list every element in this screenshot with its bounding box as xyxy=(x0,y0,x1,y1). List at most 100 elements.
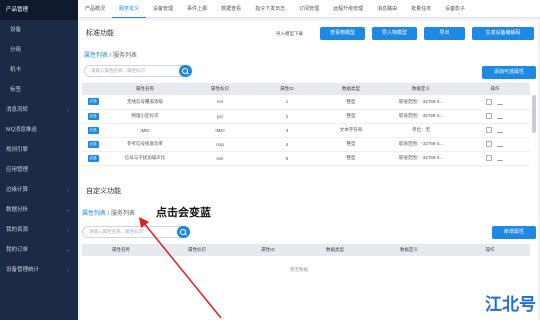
view-icon[interactable] xyxy=(486,155,492,161)
column-header: 属性标识 xyxy=(186,83,254,95)
column-header: 操作 xyxy=(450,244,530,256)
watermark-logo: 江北号 xyxy=(485,295,536,315)
column-header: 数据类型 xyxy=(302,244,368,256)
required-badge: 必选 xyxy=(87,154,99,162)
cell-ident: ecl xyxy=(186,95,254,110)
tab[interactable]: 事件上报 xyxy=(180,0,214,18)
sidebar-item-label: 设备管理统计 xyxy=(6,267,40,273)
cell-operations xyxy=(460,151,530,166)
export-button[interactable]: 导出 xyxy=(424,27,465,40)
table-row[interactable]: 必选 物理小区标识 pci 2 整型 取值范围：-32768-3... xyxy=(82,109,530,124)
tab[interactable]: 远程升级管理 xyxy=(326,0,370,18)
edit-icon[interactable] xyxy=(496,155,506,161)
view-model-button[interactable]: 查看物模型 xyxy=(320,27,365,40)
cell-id: 2 xyxy=(254,109,320,124)
tab[interactable]: 产品概况 xyxy=(78,0,112,18)
cell-def: 取值范围：-32768-3... xyxy=(382,137,460,152)
column-header: 属性ID xyxy=(234,244,302,256)
cell-ident: sinr xyxy=(186,151,254,166)
tab[interactable]: 设备影子 xyxy=(438,0,472,18)
cell-type: 整型 xyxy=(320,151,382,166)
standard-attribute-table: 属性名称 属性标识 属性ID 数据类型 数据定义 操作 必选 无线信号覆盖等级 ecl 1 整型取… xyxy=(82,83,530,166)
sidebar-item[interactable]: 设备 xyxy=(0,20,78,40)
standard-breadcrumb: 属性列表 / 服务列表 xyxy=(84,53,138,59)
required-badge: 必选 xyxy=(87,126,99,134)
tab-service-list[interactable]: 服务列表 xyxy=(113,53,137,59)
standard-section-title: 标准功能 xyxy=(86,30,114,37)
standard-search-input[interactable]: 请输入属性名称、属性标识 xyxy=(84,65,192,77)
empty-state-text: 暂无数据 xyxy=(290,267,308,272)
view-icon[interactable] xyxy=(486,98,492,105)
cell-name: IMEI xyxy=(104,123,186,138)
sidebar-item[interactable]: 规则引擎 xyxy=(0,140,78,160)
cell-operations xyxy=(460,109,530,124)
chevron-down-icon: ⌄ xyxy=(65,227,70,233)
cell-operations xyxy=(460,95,530,110)
sidebar-item[interactable]: 边缘计算 ⌄ xyxy=(0,180,78,200)
edit-icon[interactable] xyxy=(496,98,506,105)
chevron-down-icon: ⌄ xyxy=(65,107,70,113)
cell-ident: pci xyxy=(186,109,254,124)
sidebar-item[interactable]: 设备管理统计 ⌄ xyxy=(0,260,78,280)
sidebar-item[interactable]: 分组 xyxy=(0,40,78,60)
view-icon[interactable] xyxy=(486,113,492,119)
sidebar-item-label: 消息流转 xyxy=(6,107,29,113)
sidebar-item-label: 我的资源 xyxy=(6,227,29,233)
cell-id: 1 xyxy=(254,95,320,110)
sidebar-item-label: 设备 xyxy=(10,27,22,33)
import-model-button[interactable]: 导入物模型 xyxy=(372,27,417,40)
view-icon[interactable] xyxy=(486,127,492,133)
sidebar-item[interactable]: 消息流转 ⌄ xyxy=(0,100,78,120)
generate-codec-button[interactable]: 生成设备编解码 xyxy=(472,27,534,40)
view-icon[interactable] xyxy=(486,141,492,147)
model-download-label[interactable]: 导入模型下载 xyxy=(276,31,303,37)
sidebar-item[interactable]: 产品管理 xyxy=(0,0,78,20)
sidebar-item[interactable]: 我的资源 ⌄ xyxy=(0,220,78,240)
required-badge: 必选 xyxy=(87,112,99,120)
add-attribute-button[interactable]: 新增属性 xyxy=(492,226,536,239)
edit-icon[interactable] xyxy=(496,127,506,133)
table-row[interactable]: 必选 信号与干扰加噪声比 sinr 5 整型 取值范围：-32768-3... xyxy=(82,151,530,166)
tab[interactable]: 消息路由 xyxy=(370,0,404,18)
column-header: 数据定义 xyxy=(382,83,460,95)
tab[interactable]: 服务定义 xyxy=(112,0,147,18)
tab-attribute-list[interactable]: 属性列表 xyxy=(84,53,108,59)
tab[interactable]: 指令下发日志 xyxy=(248,0,292,18)
cell-name: 物理小区标识 xyxy=(104,109,186,124)
chevron-down-icon: ⌄ xyxy=(65,187,70,193)
sidebar-item[interactable]: 机卡 xyxy=(0,60,78,80)
edit-icon[interactable] xyxy=(496,113,506,119)
search-icon[interactable] xyxy=(179,65,192,77)
table-row[interactable]: 必选 无线信号覆盖等级 ecl 1 整型 取值范围：-32768-3... xyxy=(82,95,530,110)
tab[interactable]: 数据查看 xyxy=(214,0,248,18)
sidebar-item[interactable]: 应用管理 xyxy=(0,160,78,180)
cell-type: 整型 xyxy=(320,109,382,124)
cell-id: 5 xyxy=(254,151,320,166)
tab[interactable]: 订阅管理 xyxy=(292,0,326,18)
table-row[interactable]: 必选 参考信号接收功率 rsrp 4 整型 取值范围：-32768-3... xyxy=(82,137,530,152)
tab-attribute-list-custom[interactable]: 属性列表 xyxy=(82,211,106,217)
required-badge: 必选 xyxy=(87,98,99,106)
cell-type: 整型 xyxy=(320,95,382,110)
table-scrollbar[interactable] xyxy=(532,95,536,133)
sidebar-item[interactable]: 数据分析 ⌄ xyxy=(0,200,78,220)
custom-section-title: 自定义功能 xyxy=(86,188,121,195)
sidebar-item-label: 标签 xyxy=(10,87,22,93)
sidebar-item[interactable]: 标签 xyxy=(0,80,78,100)
tab[interactable]: 批量任务 xyxy=(404,0,438,18)
sidebar-item[interactable]: MQ消息推送 xyxy=(0,120,78,140)
cell-def: 取值范围：-32768-3... xyxy=(382,109,460,124)
add-optional-attribute-button[interactable]: 添加可选属性 xyxy=(482,66,536,79)
main-panel: 标准功能 属性列表 / 服务列表 导入模型下载 查看物模型 导入物模型 导出 生… xyxy=(80,20,538,320)
table-row[interactable]: 必选 IMEI IMEI 3 文本字符串 单位：无 xyxy=(82,123,530,138)
cell-name: 参考信号接收功率 xyxy=(104,137,186,152)
chevron-down-icon: ⌄ xyxy=(65,267,70,273)
sidebar-item[interactable]: 我的订单 ⌄ xyxy=(0,240,78,260)
cell-def: 单位：无 xyxy=(382,123,460,138)
sidebar-item-label: 规则引擎 xyxy=(6,147,29,153)
edit-icon[interactable] xyxy=(496,141,506,147)
red-arrow xyxy=(139,217,222,319)
tab[interactable]: 设备管理 xyxy=(146,0,180,18)
tab-service-list-custom[interactable]: 服务列表 xyxy=(111,211,135,217)
column-header: 操作 xyxy=(460,83,530,95)
